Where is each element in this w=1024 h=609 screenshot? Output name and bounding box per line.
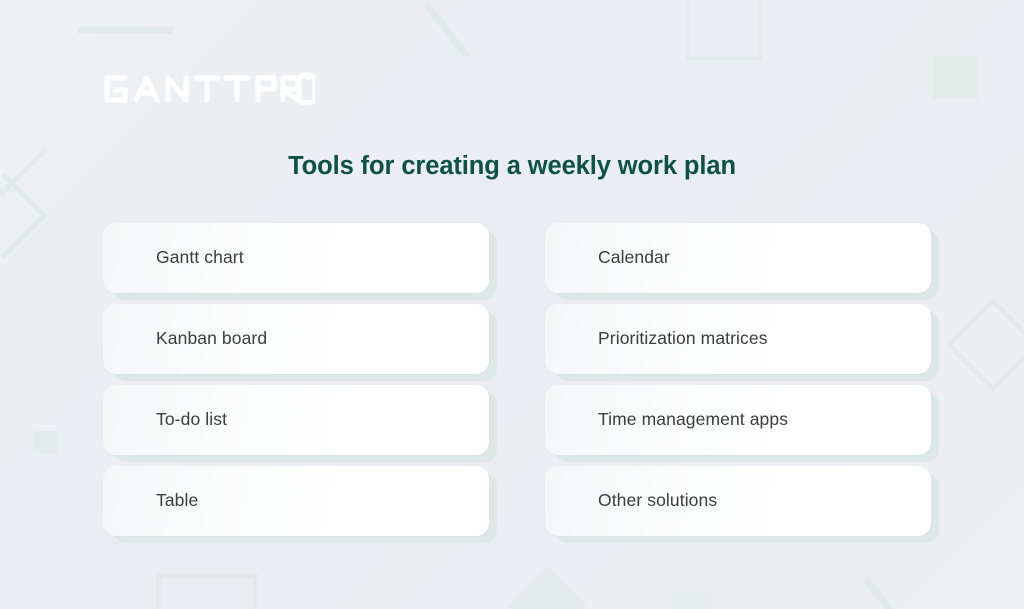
square-fill-bottom-right-decoration [672,592,712,609]
page-title: Tools for creating a weekly work plan [288,152,736,180]
square-fill-left-decoration [33,431,58,453]
square-outline-bottom-decoration [156,573,258,609]
square-outline-top-decoration [686,0,762,60]
card-surface[interactable]: Time management apps [545,385,931,455]
card-surface[interactable]: Table [103,466,489,536]
tool-card-label: Prioritization matrices [598,328,768,349]
tool-card-to-do-list[interactable]: To-do list [103,385,497,462]
ganttpro-logo-icon: GANTTPRO [100,50,318,106]
tool-card-label: To-do list [156,409,228,430]
card-surface[interactable]: Gantt chart [103,223,489,293]
tool-card-label: Gantt chart [156,247,244,268]
tool-card-other-solutions[interactable]: Other solutions [545,466,939,543]
diagonal-bottom-right-decoration [863,577,912,609]
tool-card-time-management-apps[interactable]: Time management apps [545,385,939,462]
card-surface[interactable]: Other solutions [545,466,931,536]
tool-card-label: Calendar [598,247,670,268]
tool-card-kanban-board[interactable]: Kanban board [103,304,497,381]
diagonal-top-center-decoration [423,1,470,59]
card-surface[interactable]: Kanban board [103,304,489,374]
card-surface[interactable]: To-do list [103,385,489,455]
tool-card-label: Table [156,490,199,511]
tool-card-label: Time management apps [598,409,789,430]
tool-card-prioritization-matrices[interactable]: Prioritization matrices [545,304,939,381]
chevron-left-lower-decoration [0,104,49,197]
ganttpro-logo: GANTTPRO [100,50,318,106]
slide-canvas: GANTTPRO Tools for creating a weekly wor… [0,0,1024,609]
chevron-left-decoration [0,172,48,259]
bar-top-left-decoration [78,27,173,34]
tool-card-gantt-chart[interactable]: Gantt chart [103,223,497,300]
card-surface[interactable]: Calendar [545,223,931,293]
square-fill-top-right-decoration [933,56,978,99]
diamond-outline-right-decoration [946,298,1024,392]
diamond-fill-bottom-decoration [507,566,587,609]
tool-card-label: Kanban board [156,328,268,349]
tool-card-calendar[interactable]: Calendar [545,223,939,300]
tool-card-table[interactable]: Table [103,466,497,543]
card-surface[interactable]: Prioritization matrices [545,304,931,374]
tool-card-label: Other solutions [598,490,718,511]
tools-card-grid: Gantt chart Calendar Kanban board Priori… [103,223,939,543]
